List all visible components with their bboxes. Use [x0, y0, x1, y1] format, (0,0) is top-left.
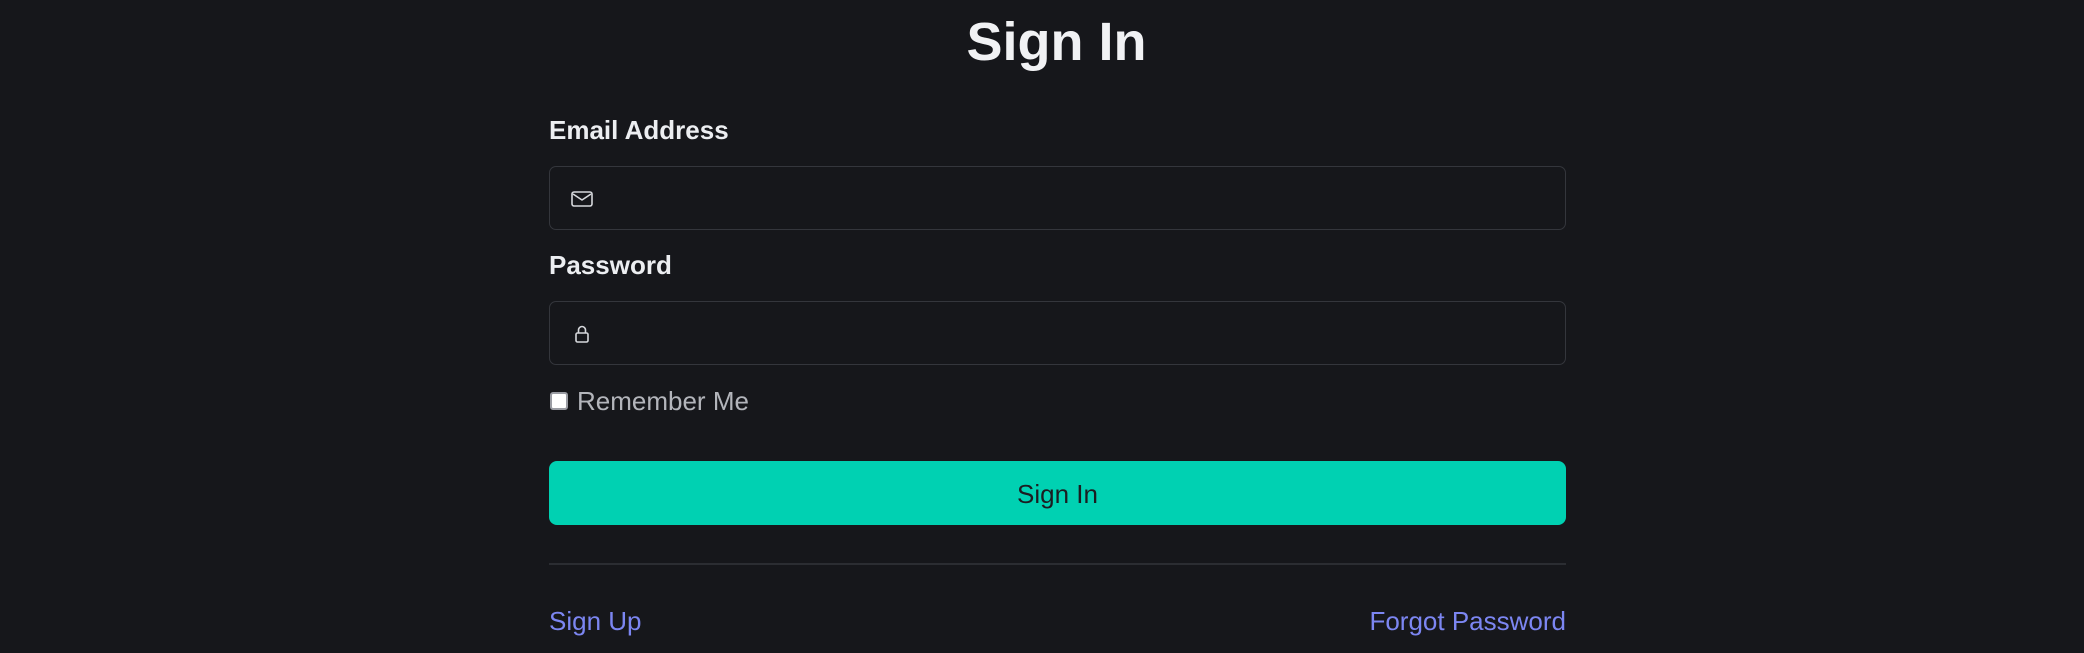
email-label: Email Address — [549, 115, 729, 145]
password-input[interactable] — [610, 302, 1554, 366]
sign-in-page: Sign In Email Address Password Remember … — [0, 0, 2084, 653]
lock-icon — [570, 322, 594, 346]
remember-me-label: Remember Me — [577, 385, 749, 416]
sign-up-link[interactable]: Sign Up — [549, 606, 642, 636]
email-input[interactable] — [610, 167, 1554, 231]
divider — [549, 563, 1566, 565]
password-label: Password — [549, 250, 672, 280]
remember-me-option[interactable]: Remember Me — [549, 385, 749, 417]
envelope-icon — [570, 187, 594, 211]
password-field-container[interactable] — [549, 301, 1566, 366]
remember-me-checkbox[interactable] — [550, 392, 568, 410]
email-field-container[interactable] — [549, 166, 1566, 231]
page-title: Sign In — [966, 12, 1147, 72]
forgot-password-link[interactable]: Forgot Password — [1369, 606, 1566, 636]
sign-in-button[interactable]: Sign In — [549, 461, 1566, 525]
